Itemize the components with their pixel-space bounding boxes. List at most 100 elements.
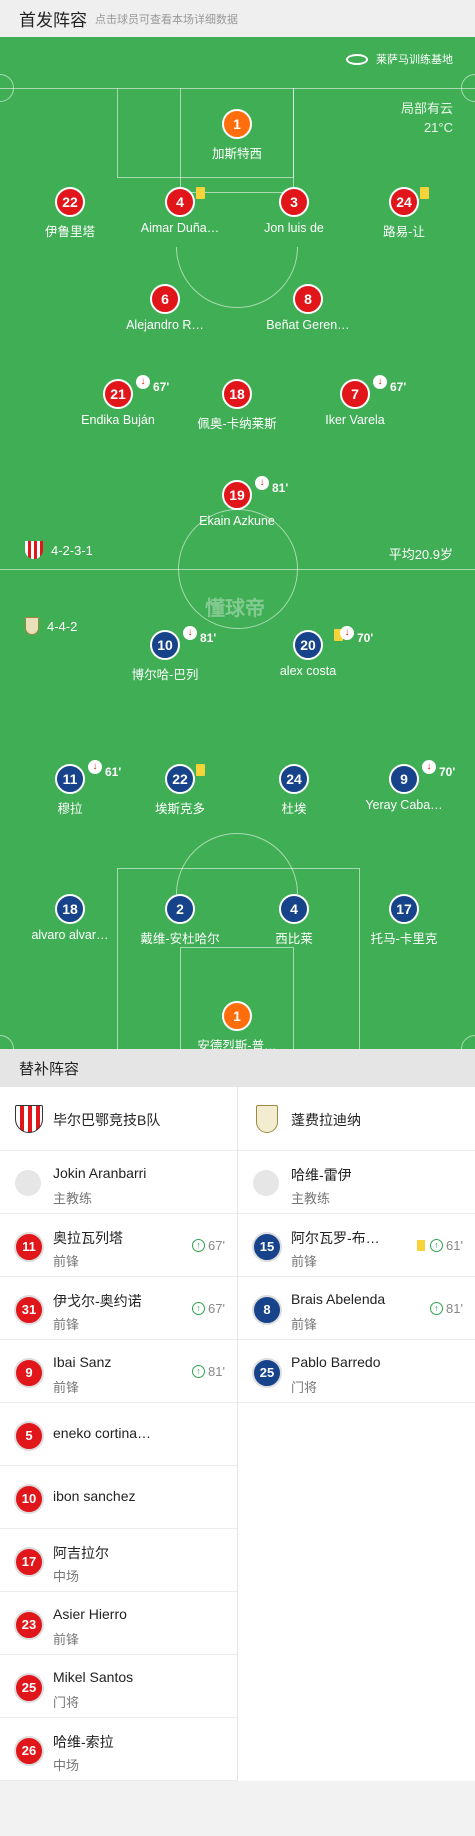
pitch: 莱萨马训练基地 局部有云 21°C 4-2-3-1 平均20.9岁 4-4-2 … [0, 37, 475, 1049]
home-sub-row[interactable]: 31 伊戈尔-奥约诺 前锋 ↑ 67' [0, 1277, 237, 1340]
sub-name: 奥拉瓦列塔 [53, 1230, 123, 1246]
home-player[interactable]: 6 Alejandro R… [100, 284, 230, 332]
player-name: Ekain Azkune [199, 514, 275, 528]
player-number: 1 [222, 109, 252, 139]
away-player[interactable]: 22 埃斯克多 [115, 764, 245, 817]
home-player[interactable]: 21 ↓ 67' Endika Buján [53, 375, 183, 427]
sub-in-icon: ↑ [430, 1302, 444, 1315]
player-number: 19 ↓ 81' [222, 476, 288, 510]
player-name: 托马-卡里克 [370, 932, 438, 946]
sub-minute: 67' [153, 380, 170, 394]
player-name: Beñat Geren… [266, 318, 350, 332]
home-sub-row[interactable]: 10 ibon sanchez [0, 1466, 237, 1529]
sub-number: 26 [14, 1736, 44, 1766]
home-crest-icon [15, 1105, 43, 1133]
home-player[interactable]: 4 Aimar Duña… [115, 187, 245, 235]
sub-in-minute: 67' [208, 1238, 225, 1253]
player-number: 9 ↓ 70' [389, 760, 455, 794]
player-name: 博尔哈-巴列 [131, 668, 199, 682]
away-player[interactable]: 20 ↓ 70' alex costa [243, 626, 373, 678]
away-coach-role: 主教练 [291, 1191, 331, 1206]
home-player[interactable]: 7 ↓ 67' Iker Varela [290, 375, 420, 427]
weather-temp: 21°C [423, 120, 453, 135]
corner-arc-br [461, 1035, 475, 1049]
sub-out-icon: ↓ [422, 760, 436, 774]
sub-name: Mikel Santos [53, 1669, 134, 1685]
away-subs-column: 蓬费拉迪纳 哈维-雷伊 主教练 15 阿尔瓦罗-布… 前锋 ↑ 61' 8 Brais Ab… [238, 1087, 475, 1781]
home-sub-row[interactable]: 5 eneko cortina… [0, 1403, 237, 1466]
home-player[interactable]: 19 ↓ 81' Ekain Azkune [172, 476, 302, 528]
away-coach-row[interactable]: 哈维-雷伊 主教练 [238, 1151, 475, 1214]
watermark: 懂球帝 [205, 598, 265, 620]
sub-position: 前锋 [53, 1632, 80, 1647]
player-number: 24 [389, 187, 429, 217]
sub-minute: 70' [357, 631, 374, 645]
sub-in-icon: ↑ [430, 1239, 444, 1252]
home-sub-row[interactable]: 23 Asier Hierro 前锋 [0, 1592, 237, 1655]
away-crest-icon [256, 1105, 278, 1133]
sub-number: 15 [252, 1232, 282, 1262]
player-number: 24 [279, 764, 309, 794]
home-subs-column: 毕尔巴鄂竞技B队 Jokin Aranbarri 主教练 11 奥拉瓦列塔 前锋 ↑ 6… [0, 1087, 238, 1781]
home-coach-row[interactable]: Jokin Aranbarri 主教练 [0, 1151, 237, 1214]
away-player[interactable]: 1 安德烈斯-普… [172, 1001, 302, 1049]
stadium-icon [346, 53, 368, 65]
home-team-name: 毕尔巴鄂竞技B队 [53, 1112, 161, 1128]
lineup-title: 首发阵容 [19, 11, 87, 30]
home-sub-row[interactable]: 26 哈维-索拉中场 [0, 1718, 237, 1781]
home-team-row[interactable]: 毕尔巴鄂竞技B队 [0, 1087, 237, 1151]
venue: 莱萨马训练基地 [346, 51, 453, 67]
sub-position: 前锋 [291, 1254, 318, 1269]
sub-event: ↑ 81' [430, 1301, 463, 1316]
home-coach-name: Jokin Aranbarri [53, 1165, 147, 1181]
home-player[interactable]: 1 加斯特西 [172, 109, 302, 162]
home-player[interactable]: 18 佩奥-卡纳莱斯 [172, 379, 302, 432]
away-player[interactable]: 17 托马-卡里克 [339, 894, 469, 947]
player-name: 安德烈斯-普… [197, 1039, 277, 1049]
coach-avatar-icon [15, 1170, 41, 1196]
away-team-row[interactable]: 蓬费拉迪纳 [238, 1087, 475, 1151]
away-sub-row[interactable]: 8 Brais Abelenda 前锋 ↑ 81' [238, 1277, 475, 1340]
player-name: 埃斯克多 [154, 802, 205, 816]
home-sub-row[interactable]: 17 阿吉拉尔 中场 [0, 1529, 237, 1592]
home-sub-row[interactable]: 25 Mikel Santos 门将 [0, 1655, 237, 1718]
player-number: 8 [293, 284, 323, 314]
sub-position: 前锋 [53, 1380, 80, 1395]
away-team-name: 蓬费拉迪纳 [291, 1112, 361, 1128]
sub-name: 哈维-索拉 [53, 1734, 114, 1750]
sub-event: ↑ 67' [192, 1238, 225, 1253]
player-name: 戴维-安杜哈尔 [140, 932, 220, 946]
sub-minute: 81' [272, 481, 289, 495]
sub-out-icon: ↓ [88, 760, 102, 774]
sub-event: ↑ 67' [192, 1301, 225, 1316]
player-number: 20 ↓ 70' [293, 626, 373, 660]
sub-number: 11 [14, 1232, 44, 1262]
sub-name: 阿尔瓦罗-布… [291, 1230, 380, 1246]
player-number: 18 [222, 379, 252, 409]
home-sub-row[interactable]: 9 Ibai Sanz 前锋 ↑ 81' [0, 1340, 237, 1403]
sub-out-icon: ↓ [183, 626, 197, 640]
subs-panel: 毕尔巴鄂竞技B队 Jokin Aranbarri 主教练 11 奥拉瓦列塔 前锋 ↑ 6… [0, 1087, 475, 1781]
player-number: 18 [55, 894, 85, 924]
player-number: 21 ↓ 67' [103, 375, 169, 409]
away-player[interactable]: 2 戴维-安杜哈尔 [115, 894, 245, 947]
venue-name: 莱萨马训练基地 [376, 54, 453, 66]
home-player[interactable]: 24 路易-让 [339, 187, 469, 240]
coach-avatar-icon [253, 1170, 279, 1196]
sub-number: 9 [14, 1358, 44, 1388]
sub-in-minute: 81' [446, 1301, 463, 1316]
home-player[interactable]: 8 Beñat Geren… [243, 284, 373, 332]
corner-arc-bl [0, 1035, 14, 1049]
sub-number: 5 [14, 1421, 44, 1451]
player-name: 佩奥-卡纳莱斯 [197, 417, 277, 431]
sub-in-icon: ↑ [192, 1365, 206, 1378]
away-sub-row[interactable]: 25 Pablo Barredo 门将 [238, 1340, 475, 1403]
home-sub-row[interactable]: 11 奥拉瓦列塔 前锋 ↑ 67' [0, 1214, 237, 1277]
subs-header: 替补阵容 [0, 1049, 475, 1087]
away-player[interactable]: 9 ↓ 70' Yeray Caba… [339, 760, 469, 812]
sub-position: 中场 [53, 1758, 80, 1773]
away-player[interactable]: 10 ↓ 81' 博尔哈-巴列 [100, 626, 230, 683]
away-sub-row[interactable]: 15 阿尔瓦罗-布… 前锋 ↑ 61' [238, 1214, 475, 1277]
away-crest-small-icon [25, 617, 39, 635]
sub-name: 伊戈尔-奥约诺 [53, 1293, 142, 1309]
